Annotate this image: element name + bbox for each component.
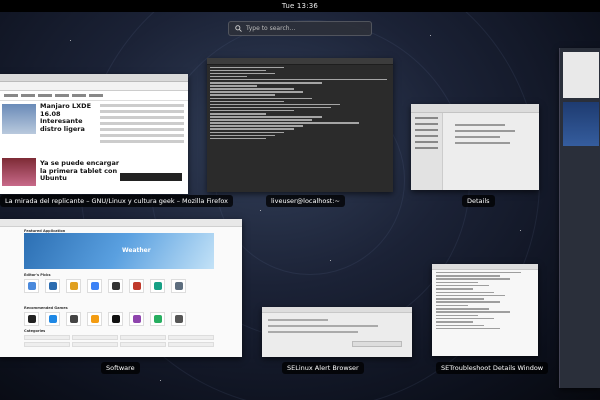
window-label-selinux: SELinux Alert Browser xyxy=(282,362,364,374)
selinux-text xyxy=(268,319,328,321)
app-tile[interactable] xyxy=(171,279,186,293)
clock[interactable]: Tue 13:36 xyxy=(282,2,318,10)
category-tile[interactable] xyxy=(24,335,70,340)
category-tile[interactable] xyxy=(120,342,166,347)
edge-panel xyxy=(563,52,599,98)
app-tile[interactable] xyxy=(129,279,144,293)
app-tile[interactable] xyxy=(66,312,81,326)
featured-banner[interactable]: Weather xyxy=(24,233,214,269)
selinux-titlebar xyxy=(262,307,412,313)
star xyxy=(260,210,261,211)
category-grid xyxy=(24,335,214,347)
app-tile[interactable] xyxy=(24,312,39,326)
app-tile[interactable] xyxy=(171,312,186,326)
details-row xyxy=(455,136,500,138)
top-bar: Tue 13:36 xyxy=(0,0,600,12)
banner-title: Weather xyxy=(122,247,151,254)
category-tile[interactable] xyxy=(24,342,70,347)
software-titlebar xyxy=(0,219,242,227)
search-placeholder: Type to search… xyxy=(246,25,296,32)
sidebar-text xyxy=(100,104,184,154)
app-tile[interactable] xyxy=(108,312,123,326)
window-firefox[interactable]: Manjaro LXDE 16.08 Interesante distro li… xyxy=(0,74,188,194)
star xyxy=(160,380,161,381)
dark-banner xyxy=(120,173,182,181)
details-titlebar xyxy=(411,104,539,113)
site-header xyxy=(0,91,188,101)
window-details[interactable] xyxy=(411,104,539,190)
star xyxy=(330,260,331,261)
window-label-software: Software xyxy=(101,362,140,374)
search-icon xyxy=(235,25,242,32)
category-tile[interactable] xyxy=(168,335,214,340)
article-thumbnail xyxy=(2,158,36,186)
article-thumbnail xyxy=(2,104,36,134)
window-setroubleshoot-details[interactable] xyxy=(432,264,538,356)
app-tile[interactable] xyxy=(24,279,39,293)
app-icon-row xyxy=(24,279,186,293)
window-software[interactable]: Featured Application Weather Editor's Pi… xyxy=(0,219,242,357)
setroubleshoot-text xyxy=(432,271,538,330)
browser-tabs xyxy=(0,74,188,82)
details-row xyxy=(455,124,505,126)
window-label-setroubleshoot: SETroubleshoot Details Window xyxy=(436,362,549,374)
details-row xyxy=(455,142,510,144)
app-tile[interactable] xyxy=(87,279,102,293)
star xyxy=(70,40,71,41)
window-label-firefox: La mirada del replicante – GNU/Linux y c… xyxy=(0,195,233,207)
game-icon-row xyxy=(24,312,186,326)
category-tile[interactable] xyxy=(120,335,166,340)
section-categories: Categories xyxy=(24,329,46,333)
edge-image xyxy=(563,102,599,146)
article-headline: Ya se puede encargar la primera tablet c… xyxy=(40,159,120,182)
selinux-button xyxy=(352,341,402,347)
star xyxy=(520,230,521,231)
terminal-output xyxy=(207,66,393,140)
app-tile[interactable] xyxy=(108,279,123,293)
app-tile[interactable] xyxy=(87,312,102,326)
star xyxy=(430,35,431,36)
section-editors-picks: Editor's Picks xyxy=(24,273,51,277)
section-recommended-games: Recommended Games xyxy=(24,306,68,310)
window-edge-partial[interactable] xyxy=(559,48,600,388)
selinux-text xyxy=(268,331,358,333)
app-tile[interactable] xyxy=(129,312,144,326)
category-tile[interactable] xyxy=(72,335,118,340)
app-tile[interactable] xyxy=(45,312,60,326)
category-tile[interactable] xyxy=(168,342,214,347)
category-tile[interactable] xyxy=(72,342,118,347)
details-row xyxy=(455,130,515,132)
window-selinux-alert-browser[interactable] xyxy=(262,307,412,357)
details-sidebar xyxy=(411,113,443,190)
app-tile[interactable] xyxy=(150,279,165,293)
window-terminal[interactable] xyxy=(207,58,393,192)
app-tile[interactable] xyxy=(150,312,165,326)
search-entry[interactable]: Type to search… xyxy=(228,21,372,36)
setroubleshoot-titlebar xyxy=(432,264,538,270)
window-label-terminal: liveuser@localhost:~ xyxy=(266,195,345,207)
app-tile[interactable] xyxy=(66,279,81,293)
app-tile[interactable] xyxy=(45,279,60,293)
selinux-text xyxy=(268,325,378,327)
article-headline: Manjaro LXDE 16.08 Interesante distro li… xyxy=(40,102,92,133)
browser-toolbar xyxy=(0,82,188,91)
window-label-details: Details xyxy=(462,195,495,207)
terminal-titlebar xyxy=(207,58,393,65)
